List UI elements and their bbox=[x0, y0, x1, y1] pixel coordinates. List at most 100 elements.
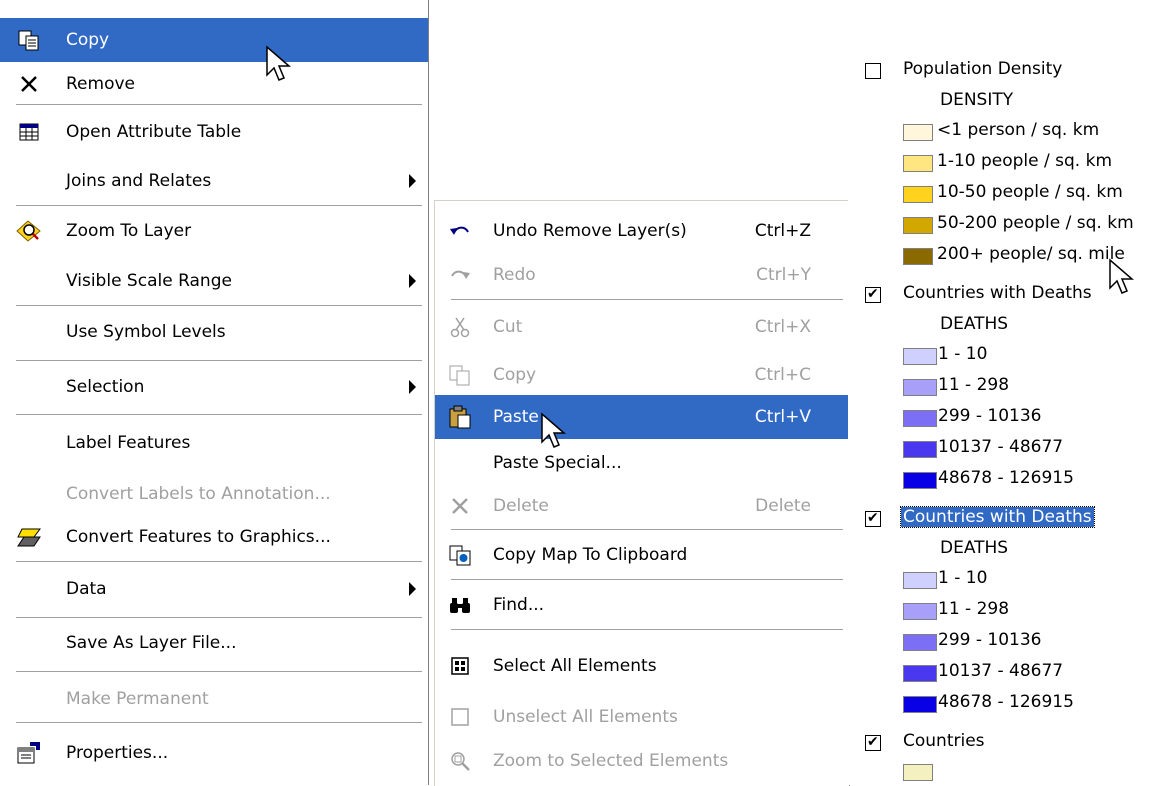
layer-visibility-checkbox[interactable] bbox=[865, 63, 881, 79]
menu-separator bbox=[16, 305, 422, 307]
menu-item-label: Joins and Relates bbox=[66, 171, 212, 191]
legend-field-name: DEATHS bbox=[940, 314, 1009, 334]
menu-item-label: Unselect All Elements bbox=[493, 707, 678, 727]
menu-item-shortcut: Ctrl+C bbox=[754, 365, 811, 385]
menu-separator bbox=[16, 561, 422, 563]
legend-class-label: 299 - 10136 bbox=[938, 406, 1042, 426]
menu-item-make-permanent[interactable]: Make Permanent bbox=[0, 677, 428, 721]
menu-item-properties[interactable]: Properties... bbox=[0, 731, 428, 775]
menu-item-shortcut: Ctrl+X bbox=[754, 317, 811, 337]
submenu-arrow-icon bbox=[409, 274, 416, 288]
legend-class-label: 11 - 298 bbox=[938, 599, 1010, 619]
menu-item-delete[interactable]: Delete Delete bbox=[435, 484, 849, 528]
layer-name: Countries with Deaths bbox=[900, 506, 1095, 528]
menu-item-copy[interactable]: Copy Ctrl+C bbox=[435, 353, 849, 397]
menu-item-convert-features-to-graphics[interactable]: Convert Features to Graphics... bbox=[0, 515, 428, 559]
legend-class-label: <1 person / sq. km bbox=[937, 120, 1100, 140]
submenu-arrow-icon bbox=[409, 174, 416, 188]
layer-name[interactable]: Population Density bbox=[903, 59, 1062, 79]
menu-separator bbox=[16, 617, 422, 619]
properties-icon bbox=[16, 741, 42, 765]
copy-icon bbox=[447, 363, 473, 387]
menu-item-use-symbol-levels[interactable]: Use Symbol Levels bbox=[0, 310, 428, 354]
menu-item-copy-map-to-clipboard[interactable]: Copy Map To Clipboard bbox=[435, 533, 849, 577]
menu-item-data[interactable]: Data bbox=[0, 567, 428, 611]
undo-icon bbox=[447, 219, 473, 243]
convert-features-icon bbox=[16, 525, 42, 549]
menu-item-open-attribute-table[interactable]: Open Attribute Table bbox=[0, 110, 428, 154]
menu-item-cut[interactable]: Cut Ctrl+X bbox=[435, 305, 849, 349]
menu-separator bbox=[451, 299, 843, 301]
menu-item-paste[interactable]: Paste Ctrl+V bbox=[435, 395, 849, 439]
menu-item-label: Delete bbox=[493, 496, 549, 516]
layer-visibility-checkbox[interactable]: ✔ bbox=[865, 734, 881, 751]
menu-item-joins-and-relates[interactable]: Joins and Relates bbox=[0, 159, 428, 203]
legend-class-label: 1 - 10 bbox=[938, 344, 988, 364]
legend-swatch bbox=[903, 217, 933, 234]
layer-name[interactable]: Countries with Deaths bbox=[903, 283, 1092, 303]
submenu-arrow-icon bbox=[409, 582, 416, 596]
check-icon: ✔ bbox=[867, 510, 879, 526]
menu-item-undo[interactable]: Undo Remove Layer(s) Ctrl+Z bbox=[435, 209, 849, 253]
menu-item-unselect-all-elements[interactable]: Unselect All Elements bbox=[435, 695, 849, 739]
menu-item-redo[interactable]: Redo Ctrl+Y bbox=[435, 253, 849, 297]
menu-item-label-features[interactable]: Label Features bbox=[0, 421, 428, 465]
menu-item-visible-scale-range[interactable]: Visible Scale Range bbox=[0, 259, 428, 303]
legend-swatch bbox=[903, 410, 937, 427]
menu-separator bbox=[16, 671, 422, 673]
menu-separator bbox=[16, 414, 422, 416]
scissors-icon bbox=[447, 315, 473, 339]
menu-item-remove[interactable]: Remove bbox=[0, 62, 428, 106]
menu-item-zoom-to-layer[interactable]: Zoom To Layer bbox=[0, 209, 428, 253]
menu-item-label: Paste Special... bbox=[493, 453, 622, 473]
layer-name-selected[interactable]: Countries with Deaths bbox=[900, 506, 1095, 528]
legend-swatch bbox=[903, 603, 937, 620]
copy-map-icon bbox=[447, 543, 473, 567]
table-icon bbox=[16, 120, 42, 144]
table-of-contents: Population Density DENSITY <1 person / s… bbox=[848, 0, 1175, 785]
legend-swatch bbox=[903, 155, 933, 172]
legend-class-label: 200+ people/ sq. mile bbox=[937, 244, 1125, 264]
legend-class-label: 1-10 people / sq. km bbox=[937, 151, 1113, 171]
menu-item-save-as-layer-file[interactable]: Save As Layer File... bbox=[0, 621, 428, 665]
legend-swatch bbox=[903, 472, 937, 489]
menu-item-shortcut: Ctrl+Z bbox=[754, 221, 811, 241]
menu-item-find[interactable]: Find... bbox=[435, 583, 849, 627]
legend-class-label: 48678 - 126915 bbox=[938, 468, 1074, 488]
legend-swatch bbox=[903, 379, 937, 396]
menu-separator bbox=[451, 579, 843, 581]
binoculars-icon bbox=[447, 593, 473, 617]
menu-item-copy[interactable]: Copy bbox=[0, 18, 428, 62]
legend-swatch bbox=[903, 696, 937, 713]
menu-item-paste-special[interactable]: Paste Special... bbox=[435, 441, 849, 485]
delete-icon bbox=[447, 494, 473, 518]
menu-separator bbox=[16, 360, 422, 362]
legend-class-label: 11 - 298 bbox=[938, 375, 1010, 395]
menu-item-label: Convert Labels to Annotation... bbox=[66, 484, 331, 504]
menu-item-label: Paste bbox=[493, 407, 539, 427]
legend-class-label: 10137 - 48677 bbox=[938, 661, 1064, 681]
menu-item-label: Copy bbox=[493, 365, 537, 385]
mouse-cursor-icon bbox=[1109, 258, 1135, 294]
menu-item-selection[interactable]: Selection bbox=[0, 365, 428, 409]
menu-item-label: Convert Features to Graphics... bbox=[66, 527, 331, 547]
edit-context-menu: Undo Remove Layer(s) Ctrl+Z Redo Ctrl+Y … bbox=[434, 200, 850, 786]
menu-item-select-all-elements[interactable]: Select All Elements bbox=[435, 644, 849, 688]
menu-item-zoom-to-selected-elements[interactable]: Zoom to Selected Elements bbox=[435, 739, 849, 783]
legend-swatch bbox=[903, 764, 933, 781]
menu-item-shortcut: Ctrl+Y bbox=[756, 265, 811, 285]
legend-swatch bbox=[903, 348, 937, 365]
layer-visibility-checkbox[interactable]: ✔ bbox=[865, 286, 881, 303]
menu-item-label: Save As Layer File... bbox=[66, 633, 237, 653]
layer-visibility-checkbox[interactable]: ✔ bbox=[865, 510, 881, 527]
menu-item-label: Visible Scale Range bbox=[66, 271, 232, 291]
menu-item-convert-labels-to-annotation[interactable]: Convert Labels to Annotation... bbox=[0, 472, 428, 516]
copy-icon bbox=[16, 28, 42, 52]
menu-item-label: Find... bbox=[493, 595, 545, 615]
legend-swatch bbox=[903, 124, 933, 141]
layer-name[interactable]: Countries bbox=[903, 731, 985, 751]
menu-item-label: Data bbox=[66, 579, 107, 599]
menu-item-label: Select All Elements bbox=[493, 656, 657, 676]
legend-swatch bbox=[903, 665, 937, 682]
legend-swatch bbox=[903, 248, 933, 265]
